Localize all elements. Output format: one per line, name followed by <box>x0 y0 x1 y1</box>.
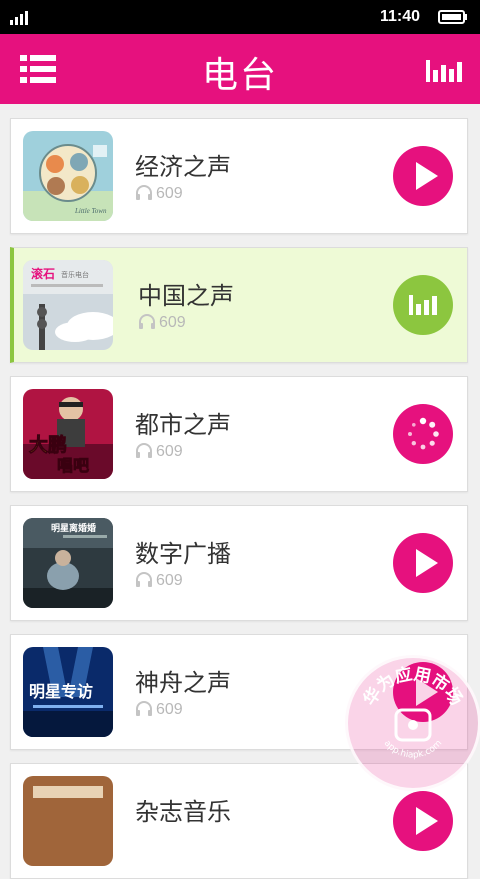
station-card[interactable]: 大鹏 唱吧 都市之声 609 <box>10 376 468 492</box>
play-icon <box>416 807 438 835</box>
station-card[interactable]: Little Town 经济之声 609 <box>10 118 468 234</box>
station-name: 都市之声 <box>135 412 231 439</box>
headphones-icon <box>136 572 152 587</box>
app-store-watermark: 华为应用市场 app.hiapk.com <box>345 655 480 791</box>
play-button[interactable] <box>393 146 453 206</box>
listener-count-value: 609 <box>159 314 186 331</box>
station-name: 数字广播 <box>135 541 231 568</box>
thumb-caption: 大鹏 <box>29 433 67 456</box>
loading-button[interactable] <box>393 404 453 464</box>
station-thumbnail: 明星离婚婚 <box>23 518 113 608</box>
listener-count: 609 <box>138 314 186 332</box>
listener-count: 609 <box>135 185 183 203</box>
page-title: 电台 <box>201 54 278 95</box>
station-name: 中国之声 <box>138 283 234 310</box>
app-header: 电台 <box>0 34 480 104</box>
headphones-icon <box>136 701 152 716</box>
status-bar: 11:40 <box>0 0 480 34</box>
thumb-caption: Little Town <box>74 207 107 215</box>
listener-count: 609 <box>135 701 183 719</box>
listener-count-value: 609 <box>156 185 183 202</box>
station-card[interactable]: 明星离婚婚 数字广播 609 <box>10 505 468 621</box>
thumb-caption: 音乐电台 <box>61 270 89 279</box>
station-name: 杂志音乐 <box>135 799 231 826</box>
play-icon <box>416 162 438 190</box>
thumb-caption: 明星离婚婚 <box>51 522 96 534</box>
headphones-icon <box>136 185 152 200</box>
headphones-icon <box>136 443 152 458</box>
listener-count-value: 609 <box>156 572 183 589</box>
listener-count: 609 <box>135 572 183 590</box>
listener-count-value: 609 <box>156 443 183 460</box>
station-thumbnail: 滚石 音乐电台 <box>23 260 113 350</box>
headphones-icon <box>139 314 155 329</box>
now-playing-button[interactable] <box>393 275 453 335</box>
equalizer-icon <box>409 295 437 315</box>
thumb-caption: 明星专访 <box>29 682 93 701</box>
station-thumbnail: Little Town <box>23 131 113 221</box>
station-name: 经济之声 <box>135 154 231 181</box>
clock: 11:40 <box>379 8 420 25</box>
play-icon <box>416 549 438 577</box>
loading-spinner-icon <box>408 417 439 450</box>
watermark-logo: 华为应用市场 app.hiapk.com <box>359 663 466 760</box>
station-thumbnail: 大鹏 唱吧 <box>23 389 113 479</box>
watermark-text: 华为应用市场 <box>359 663 466 709</box>
thumb-caption: 唱吧 <box>57 456 89 475</box>
station-thumbnail <box>23 776 113 866</box>
listener-count-value: 609 <box>156 701 183 718</box>
play-button[interactable] <box>393 533 453 593</box>
play-button[interactable] <box>393 791 453 851</box>
svg-text:华为应用市场: 华为应用市场 <box>359 663 466 709</box>
thumb-caption: 滚石 <box>31 266 55 281</box>
now-playing-icon[interactable] <box>426 56 462 84</box>
svg-text:app.hiapk.com: app.hiapk.com <box>382 738 444 760</box>
station-thumbnail: 明星专访 <box>23 647 113 737</box>
watermark-url: app.hiapk.com <box>382 738 444 760</box>
battery-icon <box>438 10 467 24</box>
station-name: 神舟之声 <box>135 670 231 697</box>
listener-count: 609 <box>135 443 183 461</box>
station-card-active[interactable]: 滚石 音乐电台 中国之声 609 <box>10 247 468 363</box>
signal-icon <box>10 11 28 25</box>
